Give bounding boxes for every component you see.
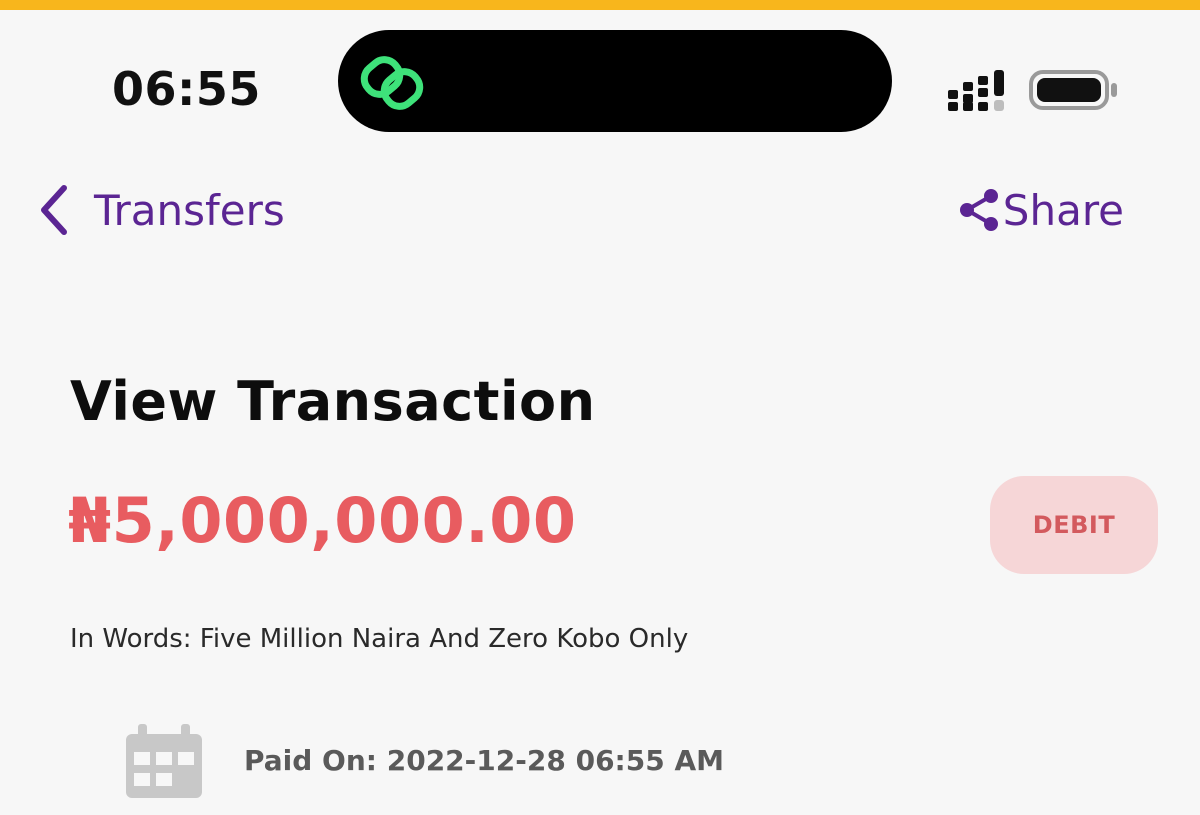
calendar-icon (126, 724, 202, 798)
share-icon (959, 189, 998, 231)
page-title: View Transaction (70, 370, 596, 433)
transaction-amount: ₦5,000,000.00 (68, 484, 577, 557)
share-button[interactable]: Share (957, 180, 1124, 240)
back-to-transfers-button[interactable]: Transfers (36, 180, 285, 240)
dynamic-island[interactable] (338, 30, 892, 132)
status-bar: 06:55 (0, 10, 1200, 150)
top-accent-bar (0, 0, 1200, 10)
battery-icon (1029, 70, 1117, 110)
linked-rings-icon (360, 56, 424, 110)
status-time: 06:55 (112, 62, 261, 116)
debit-badge: DEBIT (990, 476, 1158, 574)
debit-badge-label: DEBIT (1032, 511, 1116, 539)
paid-on-row: Paid On: 2022-12-28 06:55 AM (124, 724, 824, 804)
amount-in-words: In Words: Five Million Naira And Zero Ko… (70, 624, 689, 654)
cellular-signal-icon (948, 70, 1004, 111)
back-button-label: Transfers (94, 185, 285, 235)
chevron-left-icon (41, 185, 67, 235)
paid-on-text: Paid On: 2022-12-28 06:55 AM (244, 744, 724, 777)
share-button-label: Share (1002, 185, 1124, 235)
